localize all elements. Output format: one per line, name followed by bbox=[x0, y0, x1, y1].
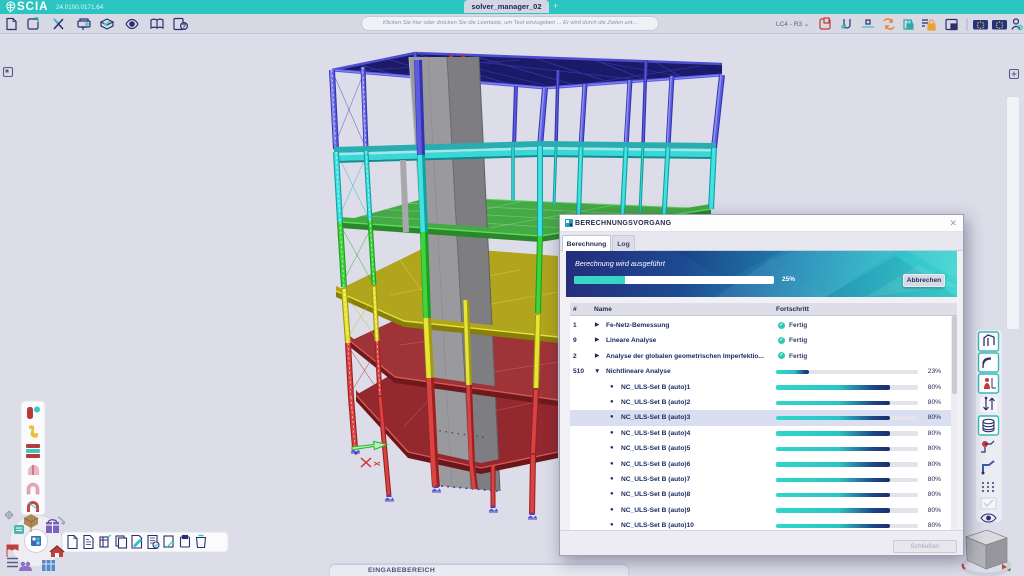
svg-text:?: ? bbox=[182, 23, 186, 30]
